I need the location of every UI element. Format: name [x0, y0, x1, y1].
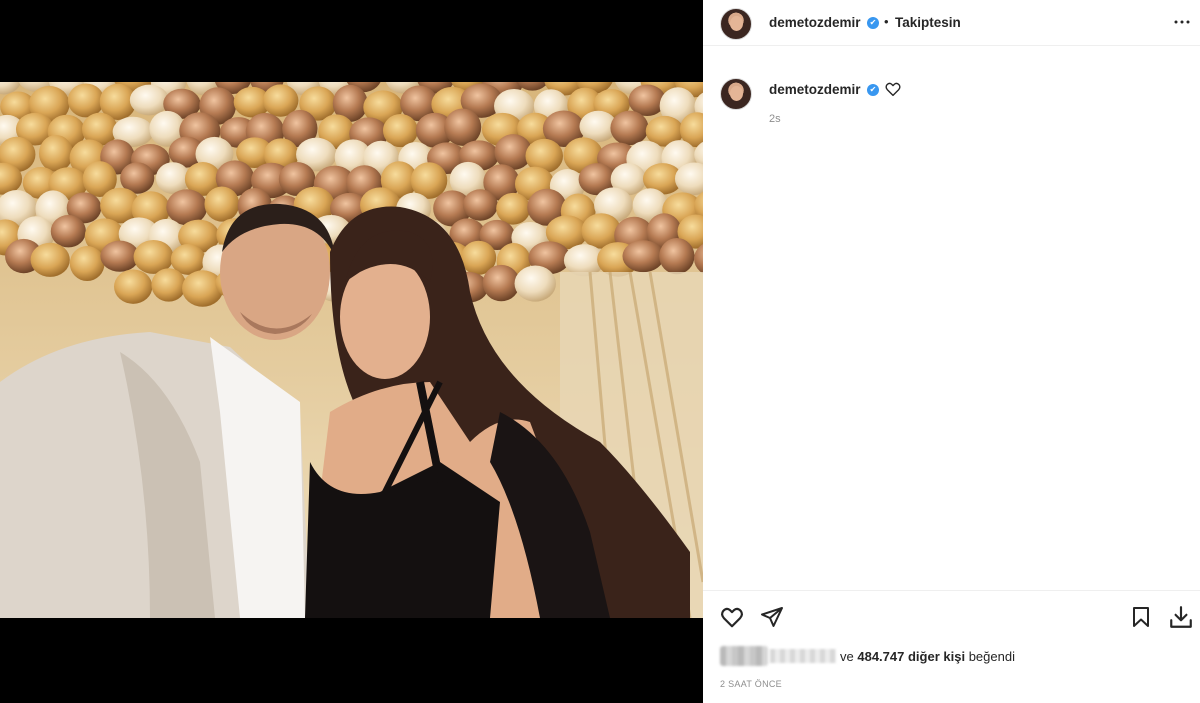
like-button[interactable] — [718, 603, 746, 631]
caption-author-avatar[interactable] — [720, 78, 752, 110]
liker-avatars-blurred[interactable] — [720, 646, 768, 666]
follow-status-button[interactable]: Takiptesin — [895, 15, 961, 30]
balloon — [610, 110, 649, 146]
header-separator: • — [884, 14, 889, 29]
share-button[interactable] — [758, 603, 786, 631]
post-header: demetozdemir ✔ • Takiptesin — [703, 0, 1200, 46]
download-button[interactable] — [1167, 603, 1195, 631]
likes-others-label: diğer kişi — [907, 648, 966, 664]
post-date: 2 SAAT ÖNCE — [720, 679, 782, 689]
balloon — [514, 265, 556, 302]
balloon — [38, 134, 74, 172]
balloon — [622, 240, 664, 273]
balloon — [69, 245, 105, 282]
balloon — [166, 189, 208, 226]
post-sidebar: demetozdemir ✔ • Takiptesin demetozdemir… — [703, 0, 1200, 703]
balloon — [382, 113, 418, 148]
paper-plane-icon — [761, 607, 783, 627]
caption-timestamp: 2s — [769, 113, 781, 125]
more-options-icon[interactable] — [1170, 10, 1194, 34]
balloon — [50, 215, 86, 248]
likes-prefix: ve — [840, 648, 854, 664]
balloon — [129, 84, 169, 116]
photo-illustration — [0, 82, 703, 618]
likes-summary: ve 484.747 diğer kişi beğendi — [720, 646, 1015, 666]
balloon — [114, 269, 153, 304]
balloon — [30, 242, 70, 277]
author-avatar[interactable] — [720, 8, 752, 40]
caption-comment: demetozdemir ✔ 2s — [703, 70, 1200, 130]
balloon — [67, 83, 105, 118]
likes-count: 484.747 — [857, 648, 905, 664]
balloon — [659, 238, 695, 275]
verified-badge-icon: ✔ — [867, 17, 879, 29]
balloon — [151, 268, 187, 302]
balloon — [482, 264, 520, 302]
download-icon — [1170, 606, 1192, 628]
balloon — [496, 192, 531, 225]
heart-outline-icon — [721, 607, 743, 628]
save-button[interactable] — [1127, 603, 1155, 631]
balloon — [100, 240, 140, 272]
post-actions-footer: ve 484.747 diğer kişi beğendi 2 SAAT ÖNC… — [703, 590, 1200, 703]
balloon — [204, 186, 240, 222]
author-username[interactable]: demetozdemir — [769, 15, 861, 30]
verified-badge-icon: ✔ — [867, 84, 879, 96]
post-photo[interactable] — [0, 82, 703, 618]
balloon — [462, 189, 498, 221]
likes-suffix: beğendi — [968, 648, 1015, 664]
heart-outline-icon[interactable] — [884, 80, 902, 98]
caption-author-username[interactable]: demetozdemir — [769, 82, 861, 97]
bookmark-icon — [1133, 607, 1149, 627]
balloon — [444, 108, 482, 146]
liker-name-blurred[interactable] — [770, 649, 836, 663]
likes-count-text[interactable]: ve 484.747 diğer kişi beğendi — [840, 649, 1015, 664]
post-media-pane — [0, 0, 703, 703]
